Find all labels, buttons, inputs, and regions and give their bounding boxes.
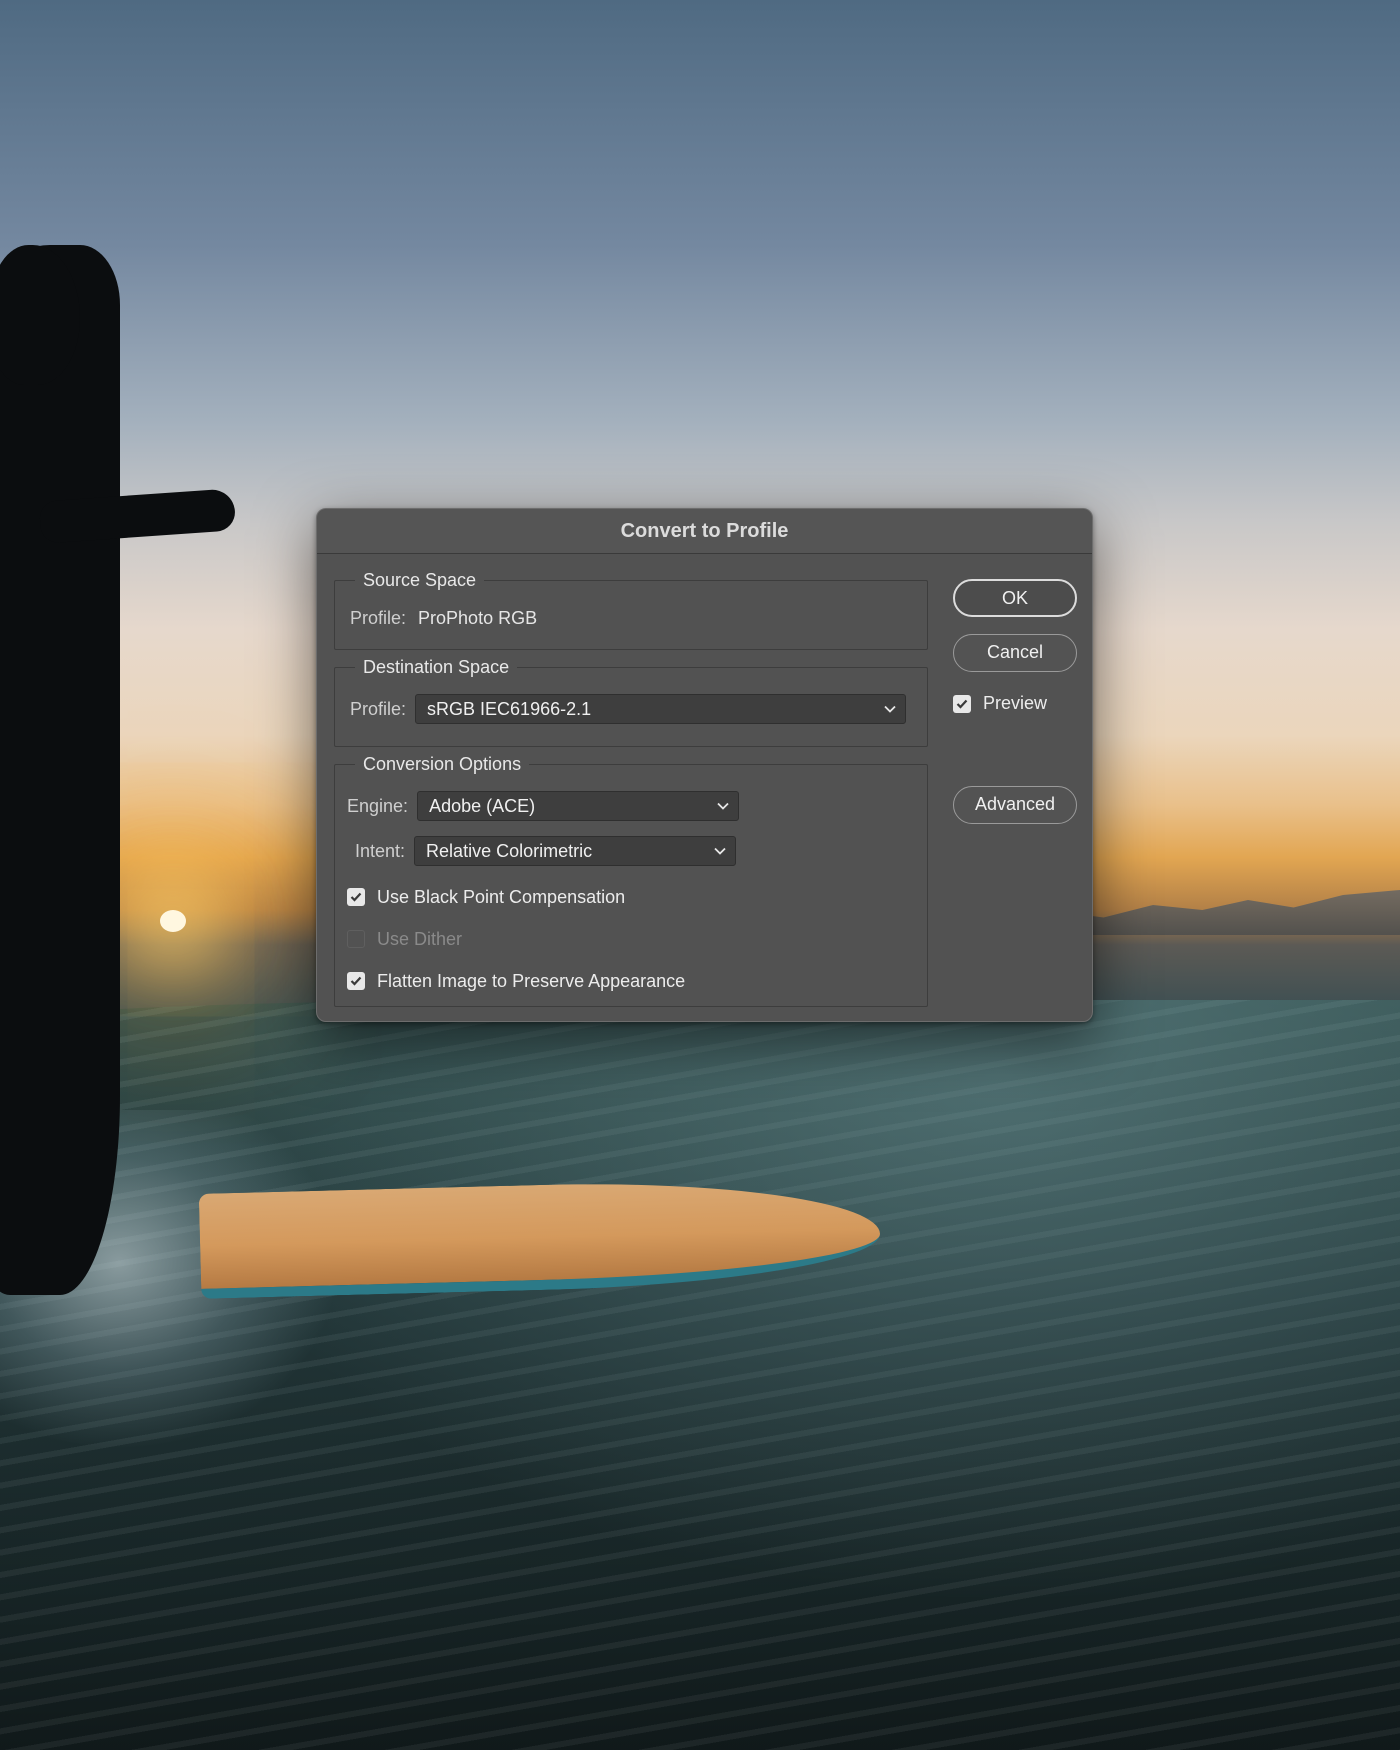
- engine-row: Engine: Adobe (ACE): [347, 790, 740, 822]
- destination-profile-row: Profile: sRGB IEC61966-2.1: [350, 693, 907, 725]
- checkmark-icon: [350, 892, 362, 902]
- intent-select[interactable]: Relative Colorimetric: [414, 836, 737, 866]
- dither-row: Use Dither: [347, 927, 462, 951]
- source-profile-value: ProPhoto RGB: [418, 607, 538, 628]
- intent-row: Intent: Relative Colorimetric: [355, 835, 737, 867]
- engine-label: Engine:: [347, 795, 409, 816]
- dither-label: Use Dither: [377, 928, 463, 949]
- black-point-row[interactable]: Use Black Point Compensation: [347, 885, 625, 909]
- checkmark-icon: [956, 699, 968, 709]
- preview-checkbox[interactable]: [953, 694, 971, 713]
- source-profile-label: Profile:: [350, 607, 407, 628]
- black-point-checkbox[interactable]: [347, 888, 365, 906]
- source-profile-row: Profile: ProPhoto RGB: [350, 603, 537, 633]
- chevron-down-icon: [716, 792, 730, 820]
- flatten-label[interactable]: Flatten Image to Preserve Appearance: [377, 971, 685, 992]
- preview-row[interactable]: Preview: [953, 693, 1047, 714]
- destination-profile-select[interactable]: sRGB IEC61966-2.1: [415, 694, 907, 724]
- sunset-sun: [160, 910, 186, 932]
- black-point-label[interactable]: Use Black Point Compensation: [377, 887, 625, 908]
- flatten-row[interactable]: Flatten Image to Preserve Appearance: [347, 969, 685, 993]
- chevron-down-icon: [883, 695, 897, 723]
- checkmark-icon: [350, 976, 362, 986]
- destination-space-legend: Destination Space: [363, 657, 510, 677]
- cancel-button[interactable]: Cancel: [953, 634, 1077, 672]
- chevron-down-icon: [713, 837, 727, 865]
- intent-value: Relative Colorimetric: [426, 841, 593, 861]
- ok-button[interactable]: OK: [953, 579, 1077, 617]
- preview-label[interactable]: Preview: [983, 693, 1047, 714]
- source-space-legend: Source Space: [363, 570, 477, 590]
- surfer-silhouette: [0, 245, 120, 1295]
- conversion-options-legend: Conversion Options: [363, 754, 522, 774]
- dither-checkbox: [347, 930, 365, 948]
- engine-select[interactable]: Adobe (ACE): [417, 791, 740, 821]
- dialog-title: Convert to Profile: [317, 509, 1092, 554]
- advanced-button[interactable]: Advanced: [953, 786, 1077, 824]
- engine-value: Adobe (ACE): [429, 796, 536, 816]
- intent-label: Intent:: [355, 840, 406, 861]
- convert-to-profile-dialog: Convert to Profile Source Space Profile:…: [316, 508, 1093, 1022]
- destination-profile-value: sRGB IEC61966-2.1: [427, 699, 592, 719]
- destination-profile-label: Profile:: [350, 698, 407, 719]
- flatten-checkbox[interactable]: [347, 972, 365, 990]
